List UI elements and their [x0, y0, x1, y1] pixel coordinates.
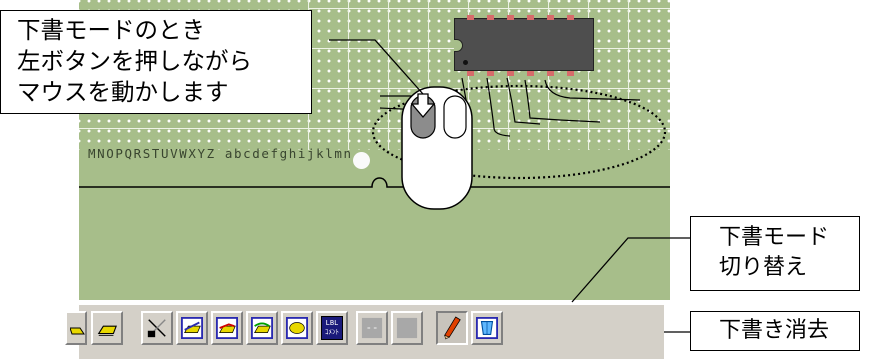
wire-red-icon: [216, 317, 238, 339]
wire-cut-tool-button[interactable]: [141, 311, 173, 345]
mouse-icon: [401, 86, 473, 210]
draft-erase-button[interactable]: [471, 311, 503, 345]
leader-line-drafting: [329, 39, 424, 95]
wire-cut-icon: [147, 319, 166, 338]
draw-tool-button[interactable]: [65, 311, 87, 345]
wire-red-tool-button[interactable]: [211, 311, 243, 345]
lbl-icon-top: LBL: [325, 319, 339, 327]
label-comment-icon: LBL ｺﾒﾝﾄ: [321, 316, 343, 340]
layer-icon: [97, 325, 117, 336]
pencil-icon: [444, 316, 461, 340]
callout-line: 左ボタンを押しながら: [17, 47, 252, 75]
disabled-tool-b-button[interactable]: [391, 311, 423, 345]
board-outline: [79, 177, 670, 188]
disabled-tool-a-button[interactable]: [356, 311, 388, 345]
callout-line: 下書モード: [719, 225, 830, 250]
wire-green-icon: [251, 317, 273, 339]
pad-icon: [286, 317, 308, 339]
disabled-icon: [361, 317, 383, 339]
wire-icon: [181, 317, 203, 339]
callout-line: 下書モードのとき: [17, 16, 205, 44]
leader-line-toggle: [571, 237, 690, 303]
eraser-icon: [476, 317, 498, 339]
toolbar: LBL ｺﾒﾝﾄ: [65, 304, 664, 359]
draft-erase-callout: 下書き消去: [690, 311, 860, 351]
callout-line: 下書き消去: [719, 318, 830, 343]
drafting-mode-callout: 下書モードのとき 左ボタンを押しながら マウスを動かします: [0, 10, 312, 114]
wire-green-tool-button[interactable]: [246, 311, 278, 345]
pad-tool-button[interactable]: [281, 311, 313, 345]
layer-tool-button[interactable]: [91, 311, 123, 345]
draft-toggle-callout: 下書モード 切り替え: [690, 216, 860, 291]
pencil-area-icon: [70, 327, 85, 335]
mouse-right-button: [443, 95, 467, 139]
callout-line: 切り替え: [719, 255, 808, 280]
callout-line: マウスを動かします: [17, 78, 229, 106]
label-comment-tool-button[interactable]: LBL ｺﾒﾝﾄ: [316, 311, 348, 345]
disabled-icon: [396, 317, 418, 339]
lbl-icon-bottom: ｺﾒﾝﾄ: [325, 328, 339, 336]
wire-blue-tool-button[interactable]: [176, 311, 208, 345]
draft-mode-toggle-button[interactable]: [436, 311, 468, 345]
